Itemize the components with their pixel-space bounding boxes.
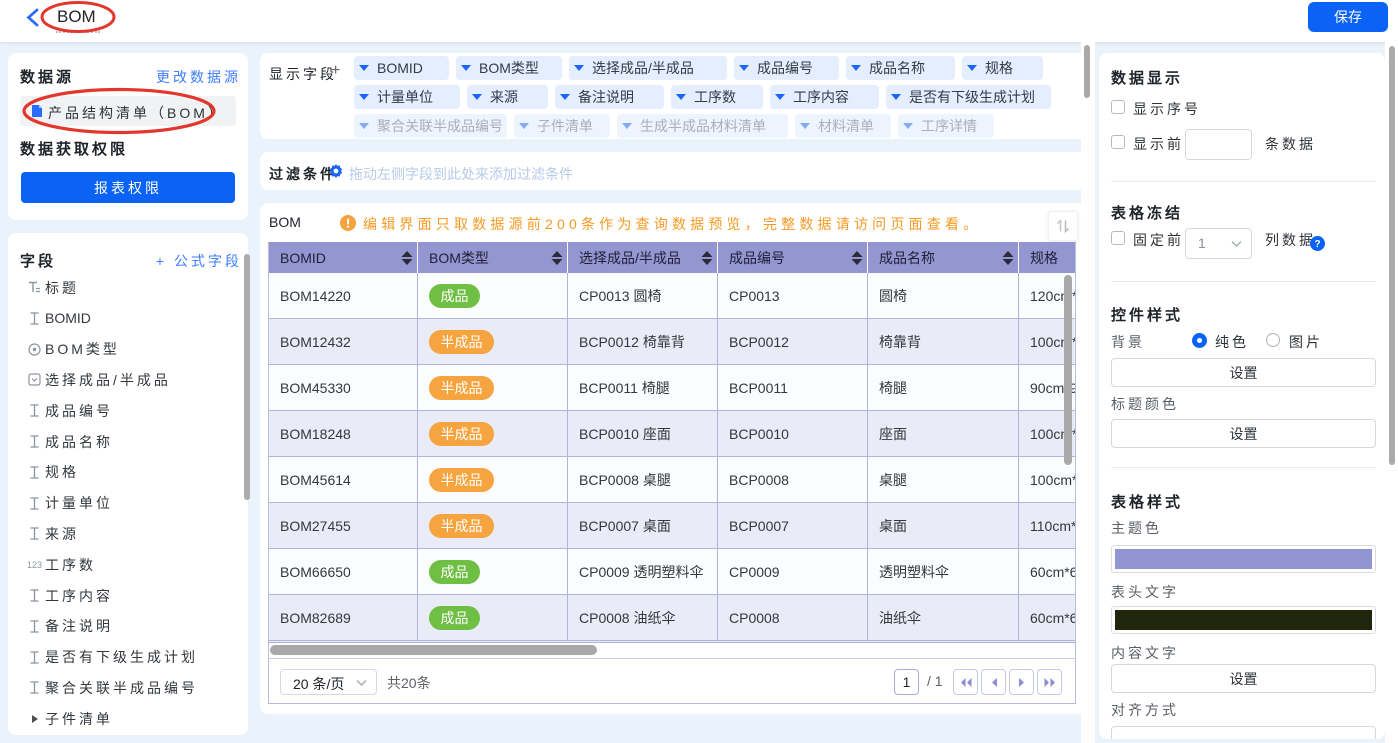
svg-text:?: ? <box>1314 239 1320 250</box>
